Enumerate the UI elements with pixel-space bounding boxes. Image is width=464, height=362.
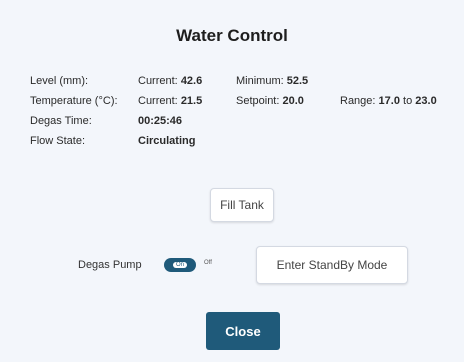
degas-pump-label: Degas Pump bbox=[78, 259, 142, 271]
close-button[interactable]: Close bbox=[206, 312, 280, 350]
temperature-range-min: 17.0 bbox=[378, 95, 400, 107]
temperature-label: Temperature (°C): bbox=[30, 95, 118, 107]
enter-standby-button[interactable]: Enter StandBy Mode bbox=[256, 246, 408, 284]
water-control-dialog: Water Control Level (mm): Current: 42.6 … bbox=[0, 0, 464, 362]
temperature-current: Current: 21.5 bbox=[138, 95, 203, 107]
temperature-current-value: 21.5 bbox=[180, 95, 203, 107]
dialog-title: Water Control bbox=[176, 26, 288, 45]
level-current-value: 42.6 bbox=[180, 75, 203, 87]
level-current: Current: 42.6 bbox=[138, 75, 203, 87]
temperature-setpoint-value: 20.0 bbox=[282, 95, 304, 107]
temperature-setpoint: Setpoint: 20.0 bbox=[236, 95, 304, 107]
fill-tank-button[interactable]: Fill Tank bbox=[210, 188, 274, 222]
degas-time-label: Degas Time: bbox=[30, 115, 92, 127]
temperature-range: Range: 17.0 to 23.0 bbox=[340, 95, 437, 107]
level-label: Level (mm): bbox=[30, 75, 89, 87]
flow-state-value: Circulating bbox=[138, 135, 196, 147]
temperature-range-max: 23.0 bbox=[415, 95, 437, 107]
level-minimum: Minimum: 52.5 bbox=[236, 75, 309, 87]
degas-time-value: 00:25:46 bbox=[138, 115, 183, 127]
flow-state-label: Flow State: bbox=[30, 135, 86, 147]
degas-pump-toggle[interactable]: On Off bbox=[164, 258, 228, 272]
level-minimum-value: 52.5 bbox=[286, 75, 309, 87]
degas-pump-off-option[interactable]: Off bbox=[204, 260, 212, 266]
degas-pump-on-option[interactable]: On bbox=[164, 258, 196, 272]
